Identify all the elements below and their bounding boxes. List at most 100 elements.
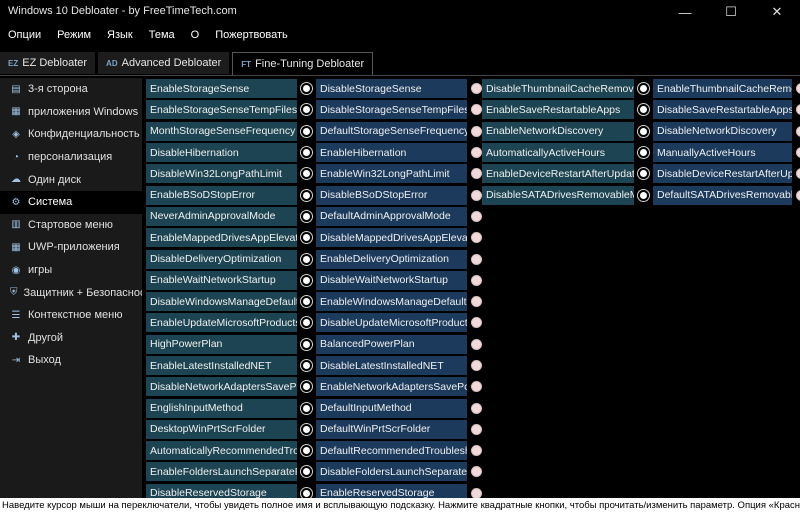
option-button-a[interactable]: EnableStorageSense — [146, 79, 297, 99]
option-button-b[interactable]: DisableStorageSense — [316, 79, 467, 99]
unset-radio[interactable] — [471, 338, 482, 350]
option-button-b[interactable]: DisableStorageSenseTempFiles — [316, 100, 467, 120]
selection-radio[interactable] — [301, 253, 312, 265]
unset-radio[interactable] — [471, 487, 482, 498]
option-button-b[interactable]: DisableNetworkDiscovery — [653, 121, 792, 141]
option-button-b[interactable]: DefaultSATADrivesRemovableMedia — [653, 185, 792, 205]
option-button-b[interactable]: DefaultWinPrtScrFolder — [316, 419, 467, 439]
tab-advanced-debloater[interactable]: AD Advanced Debloater — [98, 52, 230, 74]
selection-radio[interactable] — [301, 338, 312, 350]
selection-radio[interactable] — [301, 296, 312, 308]
maximize-button[interactable]: ☐ — [708, 0, 754, 24]
selection-radio[interactable] — [301, 125, 312, 137]
menu-language[interactable]: Язык — [99, 24, 141, 46]
option-button-b[interactable]: DisableLatestInstalledNET — [316, 356, 467, 375]
sidebar-item[interactable]: ▦ приложения Windows — [0, 101, 142, 124]
option-button-b[interactable]: BalancedPowerPlan — [316, 334, 467, 354]
option-button-a[interactable]: EnableFoldersLaunchSeparateProcess — [146, 462, 297, 482]
sidebar-item[interactable]: ⇥ Выход — [0, 349, 142, 372]
option-button-b[interactable]: DisableDeviceRestartAfterUpdate — [653, 164, 792, 184]
sidebar-item[interactable]: ☰ Контекстное меню — [0, 304, 142, 327]
unset-radio[interactable] — [471, 445, 482, 457]
unset-radio[interactable] — [796, 83, 800, 95]
unset-radio[interactable] — [471, 296, 482, 308]
selection-radio[interactable] — [301, 147, 312, 159]
option-button-b[interactable]: EnableHibernation — [316, 143, 467, 163]
selection-radio[interactable] — [638, 125, 649, 137]
selection-radio[interactable] — [301, 210, 312, 222]
selection-radio[interactable] — [301, 274, 312, 286]
sidebar-item[interactable]: ▦ UWP-приложения — [0, 236, 142, 259]
unset-radio[interactable] — [796, 104, 800, 116]
option-button-a[interactable]: DisableNetworkAdaptersSavePower — [146, 377, 297, 397]
unset-radio[interactable] — [471, 317, 482, 329]
menu-mode[interactable]: Режим — [49, 24, 99, 46]
unset-radio[interactable] — [471, 253, 482, 265]
option-button-b[interactable]: EnableReservedStorage — [316, 483, 467, 498]
option-button-b[interactable]: ManuallyActiveHours — [653, 143, 792, 163]
selection-radio[interactable] — [638, 83, 649, 95]
option-button-a[interactable]: HighPowerPlan — [146, 334, 297, 354]
sidebar-item[interactable]: ▤ 3-я сторона — [0, 78, 142, 101]
tab-ez-debloater[interactable]: EZ EZ Debloater — [0, 52, 96, 74]
selection-radio[interactable] — [301, 317, 312, 329]
menu-about[interactable]: О — [183, 24, 208, 46]
selection-radio[interactable] — [301, 487, 312, 498]
option-button-a[interactable]: EnableNetworkDiscovery — [482, 121, 634, 141]
option-button-b[interactable]: EnableThumbnailCacheRemoval — [653, 79, 792, 99]
selection-radio[interactable] — [301, 104, 312, 116]
unset-radio[interactable] — [471, 360, 482, 371]
option-button-a[interactable]: DisableDeliveryOptimization — [146, 249, 297, 269]
menu-options[interactable]: Опции — [0, 24, 49, 46]
selection-radio[interactable] — [638, 147, 649, 159]
selection-radio[interactable] — [638, 189, 649, 201]
minimize-button[interactable]: — — [662, 0, 708, 24]
sidebar-item[interactable]: ◉ игры — [0, 259, 142, 282]
selection-radio[interactable] — [301, 168, 312, 180]
selection-radio[interactable] — [638, 104, 649, 116]
selection-radio[interactable] — [301, 402, 312, 414]
sidebar-item[interactable]: ⚙ Система — [0, 190, 142, 214]
option-button-b[interactable]: DisableMappedDrivesAppElevatedAccess — [316, 228, 467, 248]
selection-radio[interactable] — [301, 232, 312, 244]
option-button-a[interactable]: EnableUpdateMicrosoftProducts — [146, 313, 297, 333]
unset-radio[interactable] — [471, 466, 482, 478]
option-button-a[interactable]: DisableSATADrivesRemovableMedia — [482, 185, 634, 205]
option-button-a[interactable]: DisableHibernation — [146, 143, 297, 163]
menu-donate[interactable]: Пожертвовать — [207, 24, 296, 46]
tab-fine-tuning-debloater[interactable]: FT Fine-Tuning Debloater — [232, 52, 374, 75]
selection-radio[interactable] — [301, 381, 312, 393]
option-button-a[interactable]: EnableStorageSenseTempFiles — [146, 100, 297, 120]
option-button-b[interactable]: DefaultInputMethod — [316, 398, 467, 418]
option-button-a[interactable]: EnglishInputMethod — [146, 398, 297, 418]
selection-radio[interactable] — [301, 423, 312, 435]
selection-radio[interactable] — [301, 83, 312, 95]
option-button-a[interactable]: DisableWindowsManageDefaultPrinter — [146, 292, 297, 312]
unset-radio[interactable] — [471, 402, 482, 414]
unset-radio[interactable] — [796, 189, 800, 201]
option-button-a[interactable]: AutomaticallyRecommendedTroubleshooting — [146, 441, 297, 461]
option-button-a[interactable]: DesktopWinPrtScrFolder — [146, 419, 297, 439]
option-button-b[interactable]: EnableNetworkAdaptersSavePower — [316, 377, 467, 397]
option-button-b[interactable]: DisableFoldersLaunchSeparateProcess — [316, 462, 467, 482]
option-button-a[interactable]: EnableBSoDStopError — [146, 185, 297, 205]
option-button-b[interactable]: EnableWindowsManageDefaultPrinter — [316, 292, 467, 312]
option-button-a[interactable]: DisableWin32LongPathLimit — [146, 164, 297, 184]
option-button-b[interactable]: DisableSaveRestartableApps — [653, 100, 792, 120]
option-button-b[interactable]: DefaultAdminApprovalMode — [316, 206, 467, 226]
selection-radio[interactable] — [301, 360, 312, 371]
sidebar-item[interactable]: ▥ Стартовое меню — [0, 214, 142, 237]
option-button-a[interactable]: EnableMappedDrivesAppElevatedAccess — [146, 228, 297, 248]
option-button-b[interactable]: DisableWaitNetworkStartup — [316, 270, 467, 290]
selection-radio[interactable] — [638, 168, 649, 180]
unset-radio[interactable] — [796, 147, 800, 159]
sidebar-item[interactable]: ◈ Конфиденциальность — [0, 123, 142, 146]
unset-radio[interactable] — [471, 232, 482, 244]
unset-radio[interactable] — [796, 125, 800, 137]
option-button-a[interactable]: EnableWaitNetworkStartup — [146, 270, 297, 290]
option-button-a[interactable]: DisableThumbnailCacheRemoval — [482, 79, 634, 99]
sidebar-item[interactable]: ◔ персонализация — [0, 146, 142, 169]
close-button[interactable]: ✕ — [754, 0, 800, 24]
option-button-a[interactable]: EnableSaveRestartableApps — [482, 100, 634, 120]
sidebar-item[interactable]: ⛨ Защитник + Безопасность — [0, 281, 156, 304]
